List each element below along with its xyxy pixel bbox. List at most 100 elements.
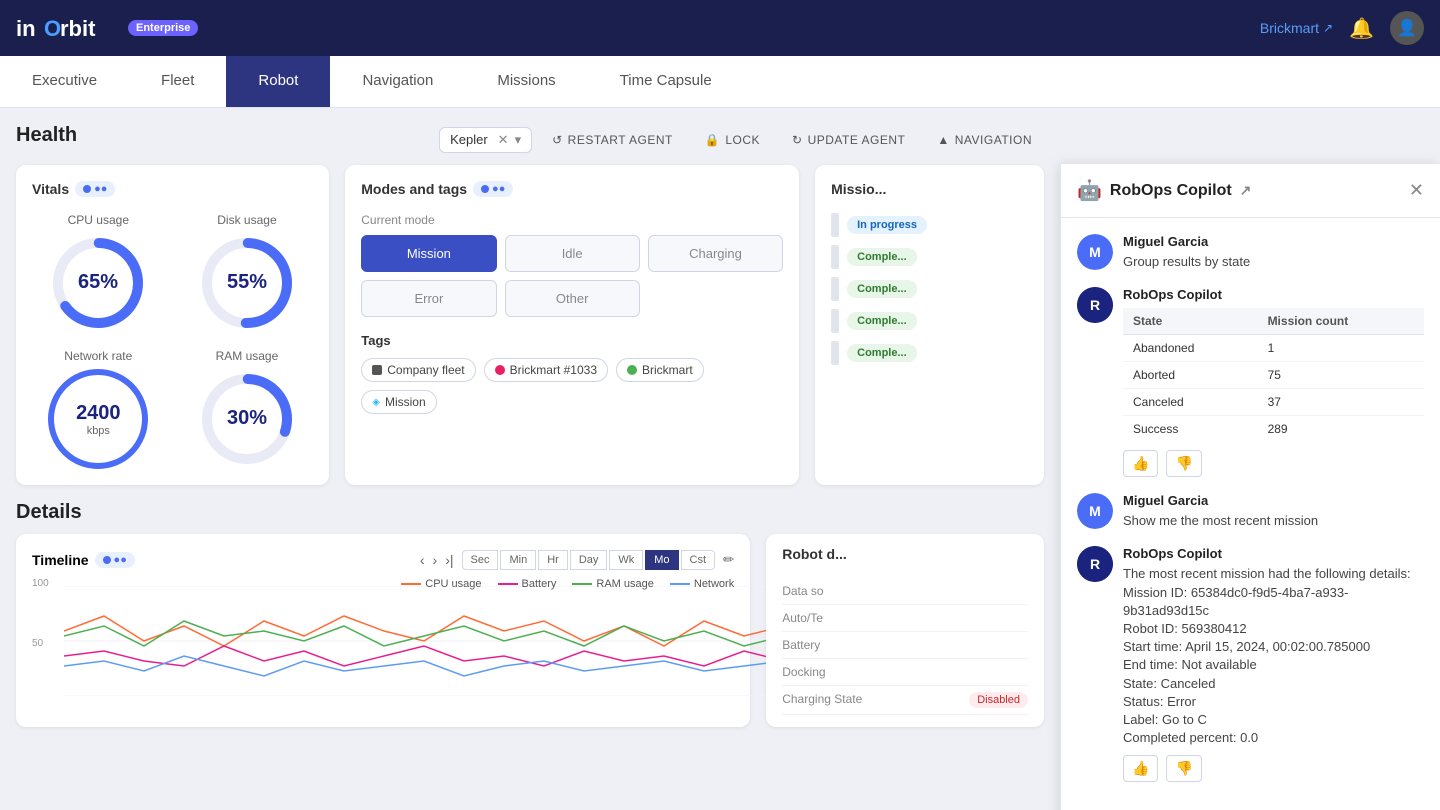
- mode-error[interactable]: Error: [361, 280, 496, 317]
- health-title: Health: [16, 124, 77, 147]
- badge-completed-1: Comple...: [847, 248, 917, 266]
- prev-button[interactable]: ‹: [420, 552, 425, 568]
- svg-text:O: O: [44, 16, 61, 41]
- avatar[interactable]: 👤: [1390, 11, 1424, 45]
- disk-gauge-svg: 55%: [197, 233, 297, 333]
- svg-text:R: R: [1090, 556, 1100, 572]
- navigation-button[interactable]: ▲ Navigation: [925, 128, 1044, 152]
- tab-missions[interactable]: Missions: [465, 56, 587, 107]
- header-right: Brickmart ↗ 🔔 👤: [1260, 11, 1424, 45]
- details-cards-row: Timeline ●● ‹ › ›| Sec: [16, 534, 1044, 727]
- last-button[interactable]: ›|: [445, 552, 453, 568]
- edit-button[interactable]: ✏: [723, 552, 734, 568]
- mode-mission[interactable]: Mission: [361, 235, 496, 272]
- modes-card: Modes and tags ●● Current mode Mission I…: [345, 165, 799, 485]
- mission-item-5: Comple...: [831, 341, 1028, 365]
- period-sec[interactable]: Sec: [462, 550, 499, 570]
- legend-battery: Battery: [498, 578, 557, 590]
- miguel-avatar-svg-2: M: [1077, 493, 1113, 529]
- restart-agent-button[interactable]: ↺ RESTART AGENT: [540, 128, 685, 152]
- disabled-badge: Disabled: [969, 692, 1028, 708]
- header-left: in O rbit Enterprise: [16, 12, 198, 44]
- svg-text:55%: 55%: [227, 271, 267, 293]
- period-day[interactable]: Day: [570, 550, 608, 570]
- rd-row-docking: Docking: [782, 659, 1028, 686]
- table-row-success: Success 289: [1123, 416, 1424, 443]
- mission-bar-3: [831, 277, 839, 301]
- thumbs-up-button-2[interactable]: 👍: [1123, 755, 1158, 782]
- period-min[interactable]: Min: [500, 550, 536, 570]
- next-button[interactable]: ›: [433, 552, 438, 568]
- mode-charging[interactable]: Charging: [648, 235, 783, 272]
- mode-other[interactable]: Other: [505, 280, 640, 317]
- svg-text:R: R: [1090, 297, 1100, 313]
- kepler-filter[interactable]: Kepler ✕ ▾: [439, 127, 532, 153]
- health-section: Health Kepler ✕ ▾ ↺ RESTART AGENT 🔒 LOCK: [16, 124, 1044, 485]
- tag-icon-mission: ◈: [372, 397, 380, 408]
- chart-area: 100 50 CPU usage Batt: [32, 578, 734, 698]
- message-4: R RobOps Copilot The most recent mission…: [1077, 546, 1424, 782]
- mission-badges: In progress Comple... Comple... Com: [831, 213, 1028, 365]
- badge-inprogress: In progress: [847, 216, 927, 234]
- current-mode-label: Current mode: [361, 213, 783, 227]
- filter-close[interactable]: ✕: [498, 132, 509, 148]
- live-indicator: ●●: [75, 181, 115, 197]
- miguel-avatar-svg-1: M: [1077, 234, 1113, 270]
- bell-icon[interactable]: 🔔: [1349, 16, 1374, 41]
- current-mode-section: Current mode Mission Idle Charging Error…: [361, 213, 783, 317]
- thumbs-down-button-1[interactable]: 👎: [1166, 450, 1201, 477]
- period-cst[interactable]: Cst: [681, 550, 716, 570]
- rd-row-auto: Auto/Te: [782, 605, 1028, 632]
- tab-robot[interactable]: Robot: [226, 56, 330, 107]
- modes-live-dot: [481, 185, 489, 193]
- header: in O rbit Enterprise Brickmart ↗ 🔔 👤: [0, 0, 1440, 56]
- details-title: Details: [16, 501, 82, 523]
- message-2-content: RobOps Copilot State Mission count Aband…: [1123, 287, 1424, 477]
- mission-item-3: Comple...: [831, 277, 1028, 301]
- mode-idle[interactable]: Idle: [505, 235, 640, 272]
- tab-navigation[interactable]: Navigation: [330, 56, 465, 107]
- mission-bar-5: [831, 341, 839, 365]
- mission-item-4: Comple...: [831, 309, 1028, 333]
- tab-time-capsule[interactable]: Time Capsule: [588, 56, 744, 107]
- logo-svg: in O rbit: [16, 12, 116, 44]
- tag-brickmart[interactable]: Brickmart: [616, 358, 704, 382]
- legend-ram: RAM usage: [572, 578, 653, 590]
- tag-mission[interactable]: ◈ Mission: [361, 390, 436, 414]
- update-agent-button[interactable]: ↻ UPDATE AGENT: [780, 128, 917, 152]
- external-link-icon[interactable]: ↗: [1240, 182, 1252, 199]
- gauge-grid: CPU usage 65% Disk usage: [32, 213, 313, 469]
- message-3: M Miguel Garcia Show me the most recent …: [1077, 493, 1424, 530]
- filter-chevron[interactable]: ▾: [515, 132, 522, 148]
- copilot-title: 🤖 RobOps Copilot ↗: [1077, 178, 1251, 203]
- thumbs-down-button-2[interactable]: 👎: [1166, 755, 1201, 782]
- brickmart-link[interactable]: Brickmart ↗: [1260, 20, 1333, 36]
- tag-company-fleet[interactable]: Company fleet: [361, 358, 475, 382]
- period-wk[interactable]: Wk: [609, 550, 643, 570]
- period-mo[interactable]: Mo: [645, 550, 678, 570]
- tag-icon-brickmart: [627, 365, 637, 375]
- thumbs-up-button-1[interactable]: 👍: [1123, 450, 1158, 477]
- robot-details-title: Robot d...: [782, 546, 1028, 562]
- tag-brickmart-1033[interactable]: Brickmart #1033: [484, 358, 608, 382]
- copilot-avatar-svg-2: R: [1077, 546, 1113, 582]
- tab-fleet[interactable]: Fleet: [129, 56, 226, 107]
- legend-network: Network: [670, 578, 734, 590]
- svg-text:M: M: [1089, 503, 1101, 519]
- disk-gauge: Disk usage 55%: [181, 213, 314, 333]
- message-1: M Miguel Garcia Group results by state: [1077, 234, 1424, 271]
- copilot-avatar-2: R: [1077, 546, 1113, 582]
- copilot-avatar-1: R: [1077, 287, 1113, 323]
- period-buttons: Sec Min Hr Day Wk Mo Cst: [462, 550, 716, 570]
- table-row-canceled: Canceled 37: [1123, 389, 1424, 416]
- copilot-close-button[interactable]: ✕: [1409, 180, 1424, 201]
- tags-list: Company fleet Brickmart #1033 Brickmart: [361, 358, 783, 414]
- miguel-avatar-1: M: [1077, 234, 1113, 270]
- svg-text:65%: 65%: [78, 271, 118, 293]
- mission-item-2: Comple...: [831, 245, 1028, 269]
- table-header-count: Mission count: [1258, 308, 1424, 335]
- period-hr[interactable]: Hr: [538, 550, 568, 570]
- copilot-panel: 🤖 RobOps Copilot ↗ ✕ M Miguel Garcia Gro…: [1060, 164, 1440, 810]
- tab-executive[interactable]: Executive: [0, 56, 129, 107]
- lock-button[interactable]: 🔒 LOCK: [693, 128, 772, 152]
